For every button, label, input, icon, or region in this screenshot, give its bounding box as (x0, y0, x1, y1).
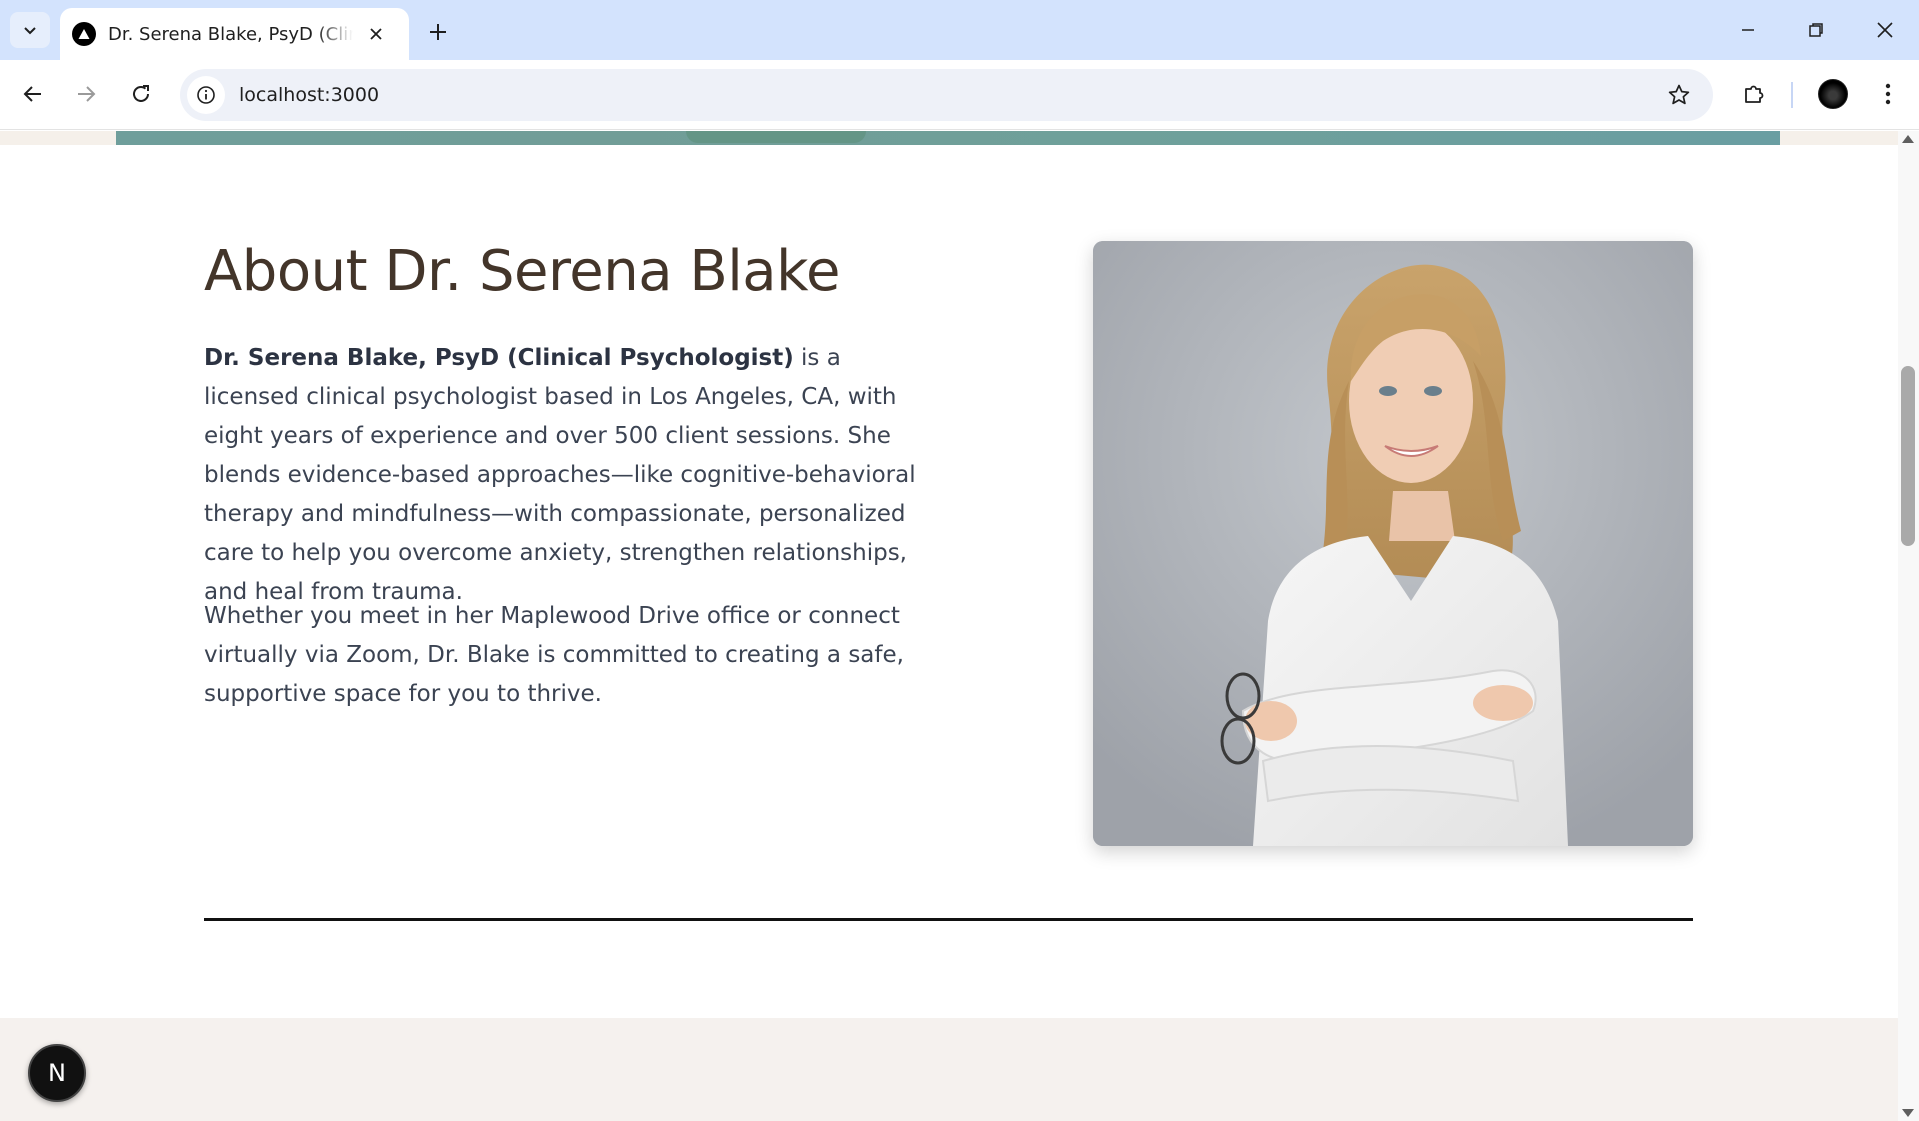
nextjs-dev-tools-button[interactable]: N (28, 1044, 86, 1102)
reload-icon (133, 85, 149, 102)
reload-button[interactable] (121, 74, 161, 114)
info-icon (197, 86, 215, 104)
scroll-down-arrow-icon[interactable] (1902, 1109, 1914, 1117)
close-icon (370, 28, 382, 40)
profile-button[interactable] (1813, 74, 1853, 114)
close-icon (1877, 22, 1893, 38)
window-close-button[interactable] (1860, 10, 1910, 50)
browser-menu-button[interactable] (1868, 74, 1908, 114)
tab-title: Dr. Serena Blake, PsyD (Clinical Psychol… (108, 23, 353, 45)
active-tab[interactable]: Dr. Serena Blake, PsyD (Clinical Psychol… (60, 8, 409, 60)
about-paragraph-1: Dr. Serena Blake, PsyD (Clinical Psychol… (204, 339, 934, 612)
plus-icon (430, 24, 446, 40)
url-text: localhost:3000 (239, 84, 380, 106)
scroll-up-arrow-icon[interactable] (1902, 135, 1914, 143)
portrait-illustration (1093, 241, 1693, 846)
tab-search-button[interactable] (10, 12, 50, 48)
back-arrow-icon (23, 86, 41, 102)
toolbar-separator (1791, 82, 1793, 108)
back-button[interactable] (13, 74, 53, 114)
scroll-thumb[interactable] (1901, 366, 1915, 546)
page-scrollbar[interactable] (1898, 131, 1919, 1121)
tab-close-button[interactable] (363, 21, 389, 47)
about-paragraph-1-text: is a licensed clinical psychologist base… (204, 345, 916, 605)
minimize-button[interactable] (1723, 10, 1773, 50)
chevron-down-icon (24, 27, 36, 35)
browser-toolbar: localhost:3000 (0, 60, 1919, 130)
star-icon (1668, 84, 1690, 105)
portrait-photo (1093, 241, 1693, 846)
address-bar[interactable]: localhost:3000 (180, 69, 1713, 121)
next-section-background (0, 1018, 1898, 1121)
triangle-logo-icon (72, 22, 96, 46)
hero-decoration (686, 131, 866, 143)
extensions-button[interactable] (1734, 74, 1774, 114)
about-bold-intro: Dr. Serena Blake, PsyD (Clinical Psychol… (204, 345, 794, 371)
minimize-icon (1742, 29, 1754, 31)
tab-strip: Dr. Serena Blake, PsyD (Clinical Psychol… (0, 0, 1919, 60)
bookmark-button[interactable] (1663, 79, 1695, 111)
page-viewport: About Dr. Serena Blake Dr. Serena Blake,… (0, 131, 1898, 1121)
restore-button[interactable] (1791, 10, 1841, 50)
site-info-button[interactable] (187, 76, 225, 114)
section-divider (204, 918, 1693, 921)
avatar (1818, 79, 1848, 109)
about-heading: About Dr. Serena Blake (204, 239, 841, 304)
hero-banner-bottom (116, 131, 1780, 145)
new-tab-button[interactable] (420, 14, 456, 50)
puzzle-icon (1745, 85, 1764, 103)
restore-icon (1809, 23, 1823, 37)
kebab-menu-icon (1885, 83, 1891, 105)
about-paragraph-2: Whether you meet in her Maplewood Drive … (204, 603, 904, 707)
forward-arrow-icon (78, 86, 96, 102)
forward-button[interactable] (66, 74, 106, 114)
